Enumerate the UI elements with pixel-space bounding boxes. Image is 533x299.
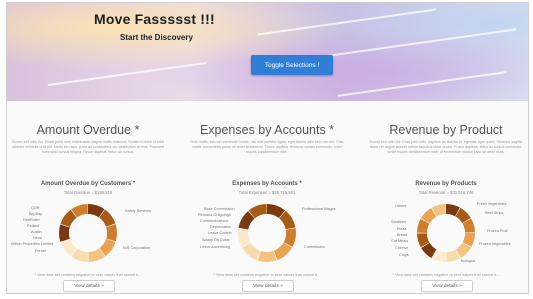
hero-title: Move Fassssst !!!	[94, 11, 215, 27]
chart-label: Professional Wages	[302, 207, 336, 211]
chart-label: Salary On Costs	[202, 238, 230, 242]
view-details-button[interactable]: View details »	[63, 280, 115, 292]
toggle-selections-button[interactable]: Toggle Selections !	[251, 55, 333, 75]
view-details-button[interactable]: View details »	[242, 280, 294, 292]
chart-label: Sardines	[391, 220, 406, 224]
chart-title: Revenue by Products	[415, 181, 477, 187]
view-details-button[interactable]: View details »	[421, 280, 473, 292]
chart-label: Leave Contrib	[208, 231, 232, 235]
chart-label: Frozen Fruit	[487, 229, 508, 233]
chart-label: RedRoller	[23, 218, 40, 222]
chart-label: Cat Meals	[391, 239, 409, 243]
chart-label: Wilton Properties Limited	[11, 242, 54, 246]
chart-label: Frozen Vegetables	[479, 242, 511, 246]
light-streak	[47, 61, 207, 87]
chart-total: Total Overdue = $198,918	[63, 190, 113, 195]
chart-label: Remand Outgoings	[198, 213, 231, 217]
panel-title: Expenses by Accounts *	[199, 123, 335, 137]
chart-label: Pizza	[397, 227, 407, 231]
chart-title: Expenses by Accounts *	[232, 181, 302, 187]
chart-label: Bread	[397, 233, 408, 237]
panel-title: Revenue by Product	[389, 123, 503, 137]
chart-footnote: * View data set contains negative or zer…	[392, 273, 500, 277]
chart-label: NIS Corporation	[123, 246, 151, 250]
chart-label: Reliant	[27, 224, 39, 228]
expenses-panel: Expenses by Accounts * Duis mollis, est …	[186, 103, 348, 293]
donut-chart[interactable]	[234, 200, 300, 266]
chart-label: Commission	[304, 245, 325, 249]
hero-banner: Move Fassssst !!! Start the Discovery To…	[7, 3, 528, 101]
chart-label: Ferrari	[35, 249, 47, 253]
chart-label: Communications	[200, 219, 229, 223]
light-streak	[307, 28, 517, 60]
hero-subtitle: Start the Discovery	[120, 33, 193, 42]
chart-label: Base Commission	[204, 207, 235, 211]
chart-label: Others	[395, 204, 407, 208]
chart-footnote: * View data set contains negative or zer…	[213, 273, 321, 277]
chart-label: Bologna	[461, 259, 475, 263]
chart-total: Total Expenses = $26,715,581	[238, 190, 296, 195]
panel-description: Duis mollis, est non commodo luctus, nis…	[190, 140, 344, 154]
light-streak	[337, 71, 507, 97]
panel-description: Donec sed odio dui. Etiam porta sem male…	[11, 140, 164, 154]
chart-label: Safely Services	[125, 209, 152, 213]
donut-hole	[69, 214, 107, 252]
revenue-panel: Revenue by Product Donec sed odio dui. C…	[365, 103, 527, 293]
panel-title: Amount Overdue *	[36, 123, 140, 137]
chart-label: Chips	[399, 253, 409, 257]
dashboard-frame: Move Fassssst !!! Start the Discovery To…	[6, 2, 529, 294]
panel-description: Donec sed odio dui. Cras justo odio, dap…	[369, 140, 523, 154]
chart-label: Austin	[31, 230, 42, 234]
chart-label: Leave Advertising	[200, 245, 230, 249]
chart-label: Fresh Vegetables	[477, 202, 507, 206]
chart-title: Amount Overdue by Customers *	[40, 181, 136, 187]
chart-total: Total Revenue = $31,518,746	[418, 190, 474, 195]
chart-label: Cheese	[395, 246, 409, 250]
chart-label: Depreciation	[210, 225, 232, 229]
chart-label: Beef Strips	[485, 211, 504, 215]
donut-hole	[248, 214, 286, 252]
chart-label: Big Bay	[29, 212, 43, 216]
light-streak	[257, 8, 437, 36]
chart-label: QDR	[31, 206, 40, 210]
chart-footnote: * View data set contains negative or zer…	[34, 273, 142, 277]
donut-chart[interactable]	[55, 200, 121, 266]
donut-hole	[427, 214, 465, 252]
amount-overdue-panel: Amount Overdue * Donec sed odio dui. Eti…	[7, 103, 169, 293]
chart-label: Nexa	[33, 236, 42, 240]
donut-chart[interactable]	[413, 200, 479, 266]
